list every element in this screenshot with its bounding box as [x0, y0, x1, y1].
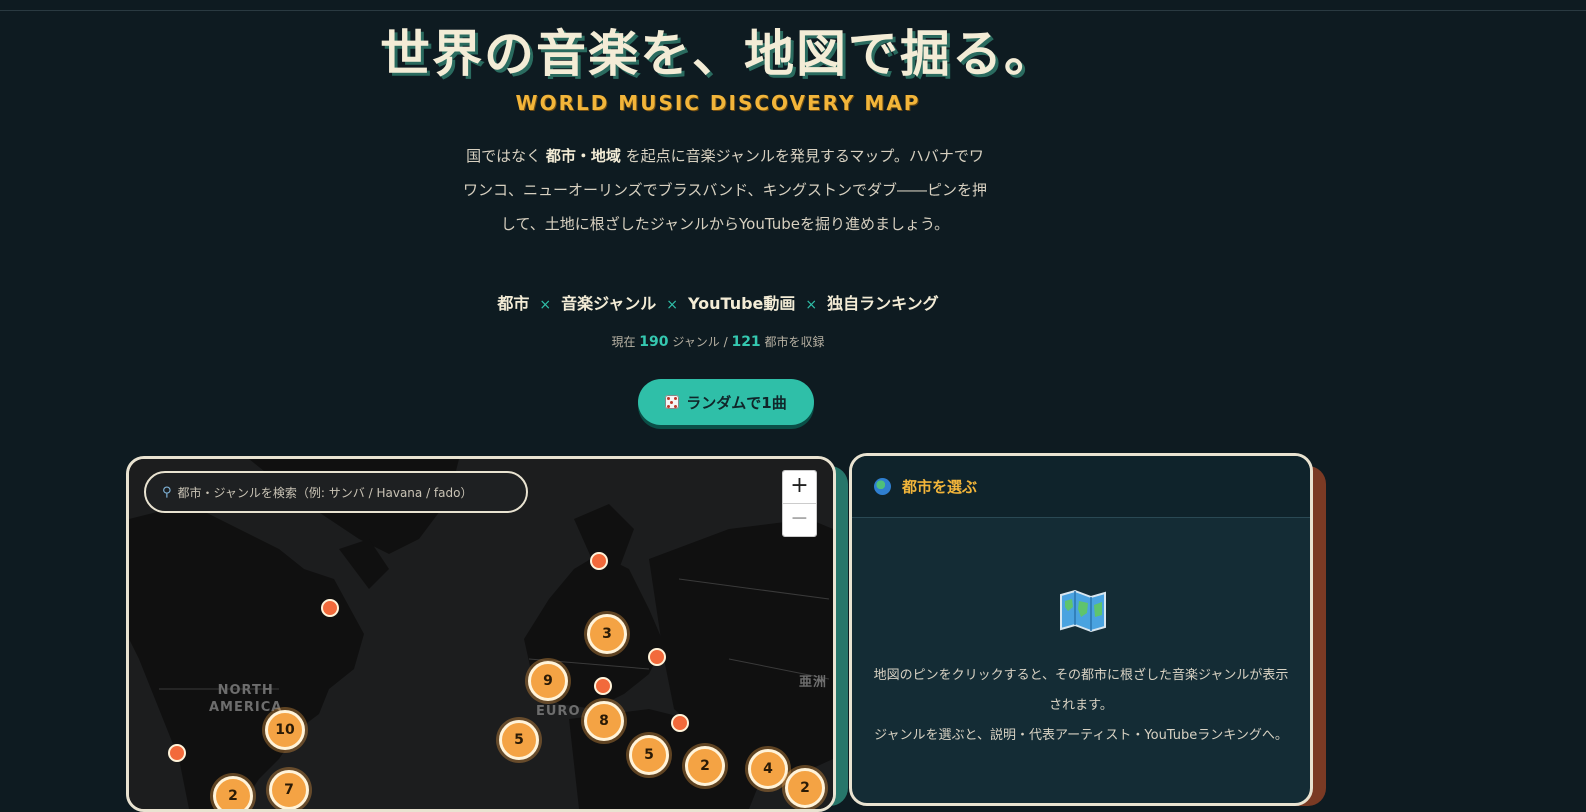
feature-separator: ×	[666, 297, 679, 313]
feature-separator: ×	[805, 297, 818, 313]
zoom-out-button[interactable]: −	[783, 503, 816, 536]
map-pin[interactable]	[671, 714, 689, 732]
map-cluster[interactable]: 7	[269, 770, 309, 809]
page-subtitle: WORLD MUSIC DISCOVERY MAP	[515, 91, 921, 115]
feature-ranking: 独自ランキング	[827, 294, 939, 313]
feature-cities: 都市	[497, 294, 530, 313]
city-count: 121	[731, 334, 761, 350]
zoom-in-button[interactable]: +	[783, 471, 816, 503]
map-cluster[interactable]: 2	[213, 776, 253, 809]
collection-count: 現在 190 ジャンル / 121 都市を収録	[611, 334, 825, 350]
search-icon: ⚲	[162, 484, 172, 500]
random-song-label: ランダムで1曲	[686, 393, 787, 412]
folded-map-icon	[1060, 589, 1106, 633]
map-pin[interactable]	[648, 648, 666, 666]
genre-count: 190	[639, 334, 669, 350]
map-cluster[interactable]: 5	[499, 720, 539, 760]
map-pin[interactable]	[594, 677, 612, 695]
panel-text-line2: ジャンルを選ぶと、説明・代表アーティスト・YouTubeランキングへ。	[874, 728, 1288, 743]
intro-text: 国ではなく 都市・地域 を起点に音楽ジャンルを発見するマップ。ハバナでワワンコ、…	[462, 147, 988, 233]
dice-icon	[665, 395, 680, 409]
random-song-button[interactable]: ランダムで1曲	[638, 379, 814, 425]
map-pin[interactable]	[321, 599, 339, 617]
search-input[interactable]: ⚲ 都市・ジャンルを検索（例: サンバ / Havana / fado）	[144, 471, 528, 513]
map-cluster[interactable]: 10	[265, 710, 305, 750]
map-pin[interactable]	[590, 552, 608, 570]
map-cluster[interactable]: 3	[587, 614, 627, 654]
intro-emphasis: 都市・地域	[545, 147, 621, 165]
map-cluster[interactable]: 8	[584, 701, 624, 741]
panel-header: 都市を選ぶ	[852, 456, 1310, 518]
map-cluster[interactable]: 9	[528, 661, 568, 701]
page-title: 世界の音楽を、地図で掘る。	[380, 25, 1056, 83]
map-cluster[interactable]: 4	[748, 749, 788, 789]
map-cluster[interactable]: 5	[629, 735, 669, 775]
feature-youtube: YouTube動画	[688, 294, 796, 313]
top-divider	[0, 10, 1586, 11]
search-placeholder: 都市・ジャンルを検索（例: サンバ / Havana / fado）	[177, 485, 473, 500]
panel-title: 都市を選ぶ	[902, 478, 978, 496]
world-map[interactable]: ⚲ 都市・ジャンルを検索（例: サンバ / Havana / fado） + −…	[126, 456, 836, 812]
map-cluster[interactable]: 2	[785, 768, 825, 808]
zoom-control: + −	[782, 470, 817, 537]
panel-text-line1: 地図のピンをクリックすると、その都市に根ざした音楽ジャンルが表示されます。	[873, 668, 1289, 713]
map-cluster[interactable]: 2	[685, 746, 725, 786]
globe-icon	[874, 478, 891, 495]
feature-genres: 音楽ジャンル	[561, 294, 657, 313]
panel-instructions: 地図のピンをクリックすると、その都市に根ざした音楽ジャンルが表示されます。 ジャ…	[870, 661, 1292, 751]
label-asia: 亜洲	[799, 675, 828, 690]
city-panel: 都市を選ぶ 地図のピンをクリックすると、その都市に根ざした音楽ジャンルが表示され…	[849, 453, 1313, 806]
map-pin[interactable]	[168, 744, 186, 762]
feature-separator: ×	[539, 297, 552, 313]
feature-list: 都市 × 音楽ジャンル × YouTube動画 × 独自ランキング	[0, 290, 1436, 314]
label-north-america: NORTH AMERICA	[209, 683, 283, 715]
label-europe: EURO	[536, 704, 581, 719]
